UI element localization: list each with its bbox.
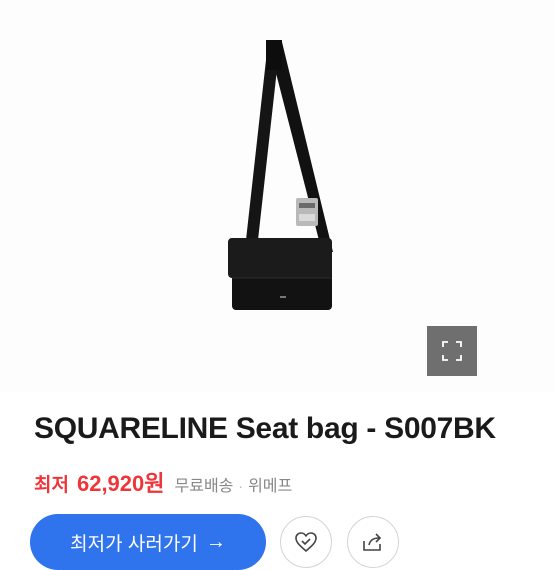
price-row: 최저 62,920원 무료배송 · 위메프 — [34, 466, 292, 496]
seller-name: 위메프 — [248, 478, 293, 495]
heart-check-icon — [295, 532, 317, 552]
price-value: 62,920원 — [76, 471, 165, 496]
shipping-info: 무료배송 — [174, 478, 234, 495]
arrow-right-icon: → — [205, 530, 226, 553]
price-label: 최저 — [34, 475, 69, 496]
product-image-area — [0, 0, 554, 392]
expand-icon — [442, 341, 462, 361]
wishlist-button[interactable] — [280, 516, 332, 568]
share-icon — [363, 533, 382, 551]
buy-lowest-price-button[interactable]: 최저가 사러가기 → — [30, 514, 266, 570]
buy-button-label: 최저가 사러가기 — [70, 533, 198, 555]
separator-dot: · — [238, 478, 244, 494]
expand-image-button[interactable] — [427, 326, 477, 376]
product-title: SQUARELINE Seat bag - S007BK — [34, 412, 496, 445]
share-button[interactable] — [347, 516, 399, 568]
